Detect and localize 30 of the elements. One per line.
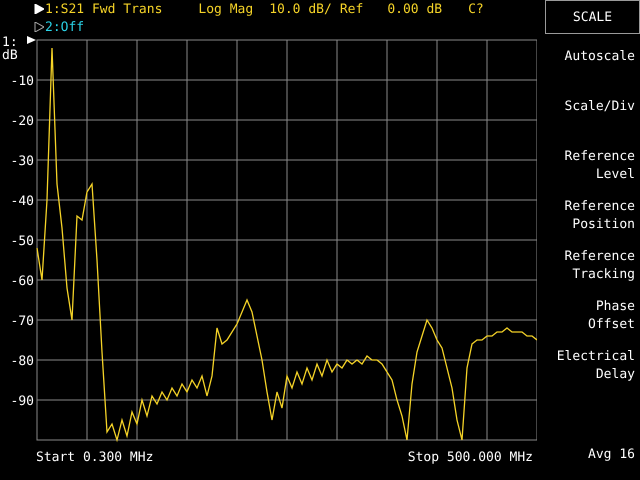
format-label: Log Mag [198,2,254,16]
y-tick-label: -30 [10,154,34,169]
stop-frequency: Stop 500.000 MHz [408,450,533,465]
trace-label[interactable]: 1:S21 Fwd Trans [45,2,162,16]
average-status: Avg 16 [587,447,636,462]
trace-label[interactable]: 2:Off [45,20,84,34]
reference-label: Ref [340,2,364,16]
unit-label: dB [2,48,18,63]
y-tick-label: -90 [10,394,34,409]
y-tick-label: -40 [10,194,34,209]
menu-title: SCALE [545,0,640,34]
softkey-button[interactable]: Autoscale [537,48,640,98]
y-tick-label: -50 [10,234,34,249]
reference-value: 0.00 dB [387,2,442,16]
y-tick-label: -60 [10,274,34,289]
scale-value: 10.0 dB/ [269,2,332,16]
start-frequency: Start 0.300 MHz [36,450,154,465]
trace-marker: 1: [2,36,18,50]
reference-marker-icon [27,36,36,44]
softkey-button[interactable]: Reference Tracking [537,248,640,298]
y-tick-label: -80 [10,354,34,369]
softkey-button[interactable]: Electrical Delay [537,348,640,398]
y-tick-label: -20 [10,114,34,129]
softkey-button[interactable]: Scale/Div [537,98,640,148]
y-tick-label: -70 [10,314,34,329]
softkey-button[interactable]: Reference Position [537,198,640,248]
calibration-status: C? [468,2,484,16]
softkey-button[interactable]: Phase Offset [537,298,640,348]
softkey-button[interactable]: Reference Level [537,148,640,198]
y-tick-label: -10 [10,74,34,89]
